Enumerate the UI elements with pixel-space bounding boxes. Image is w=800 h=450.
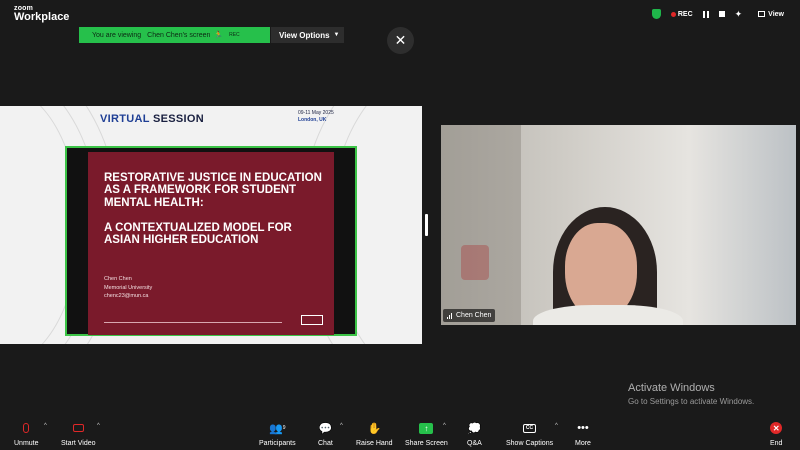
more-icon: ••• — [577, 422, 589, 434]
slide-subtitle: A CONTEXTUALIZED MODEL FOR ASIAN HIGHER … — [104, 222, 292, 247]
watermark-title: Activate Windows — [628, 382, 715, 394]
slide-email: chenc23@mun.ca — [104, 293, 149, 300]
session-header: VIRTUAL SESSION — [100, 113, 204, 125]
date-line: 09-11 May 2025 — [298, 110, 334, 116]
end-label: End — [770, 440, 783, 447]
raise-hand-icon: ✋ — [367, 422, 382, 435]
unmute-label: Unmute — [14, 440, 39, 447]
participant-name-tag: Chen Chen — [443, 309, 496, 322]
close-icon[interactable]: ✕ — [387, 27, 414, 54]
location-line: London, UK — [298, 117, 327, 123]
chevron-down-icon: ▼ — [333, 32, 340, 38]
background-wall — [441, 125, 521, 325]
top-bar: zoom Workplace REC ✦ View — [0, 0, 800, 28]
show-captions-label: Show Captions — [506, 440, 554, 447]
qa-icon: 💭 — [467, 422, 482, 435]
more-button[interactable]: ••• More — [575, 420, 591, 447]
stick-figure-icon: 🏃 — [214, 32, 224, 39]
participants-button[interactable]: 👥 9 Participants — [259, 420, 296, 448]
university-logo — [301, 315, 323, 325]
watermark-subtitle: Go to Settings to activate Windows. — [628, 397, 755, 406]
slide-title: RESTORATIVE JUSTICE IN EDUCATION AS A FR… — [104, 172, 322, 209]
split-resize-handle[interactable] — [425, 214, 428, 236]
header-session: SESSION — [152, 113, 204, 125]
show-captions-button[interactable]: CC Show Captions — [506, 420, 553, 447]
share-options-caret[interactable]: ^ — [443, 423, 446, 429]
participant-video-tile[interactable]: Chen Chen — [441, 125, 796, 325]
slide-divider — [104, 322, 282, 323]
view-label: View — [768, 10, 784, 18]
view-grid-icon — [758, 11, 766, 17]
raise-hand-button[interactable]: ✋ Raise Hand — [356, 420, 393, 448]
slide-institution: Memorial University — [104, 284, 153, 291]
chat-button[interactable]: 💬 Chat — [318, 420, 333, 448]
share-screen-button[interactable]: ↑ Share Screen — [405, 420, 448, 447]
header-virtual: VIRTUAL — [100, 113, 150, 125]
share-screen-icon: ↑ — [419, 422, 434, 434]
viewing-banner: You are viewing Chen Chen's screen 🏃 REC — [79, 27, 270, 43]
audio-options-caret[interactable]: ^ — [44, 423, 47, 429]
rec-label: REC — [677, 10, 693, 18]
sharer-name: Chen Chen's screen — [147, 31, 211, 39]
record-icon — [670, 11, 676, 17]
shield-icon[interactable] — [651, 9, 661, 19]
pause-icon[interactable] — [702, 10, 709, 18]
unmute-button[interactable]: Unmute — [14, 420, 39, 447]
raise-hand-label: Raise Hand — [356, 440, 393, 447]
logo-bottom-text: Workplace — [14, 11, 70, 23]
end-icon: ✕ — [770, 422, 783, 434]
camera-off-icon — [72, 424, 84, 432]
presentation-slide: RESTORATIVE JUSTICE IN EDUCATION AS A FR… — [88, 152, 334, 335]
mic-muted-icon — [23, 423, 30, 433]
meeting-toolbar: Unmute ^ Start Video ^ 👥 9 Participants 💬… — [0, 418, 800, 450]
chat-icon: 💬 — [318, 422, 333, 435]
start-video-label: Start Video — [61, 440, 96, 447]
captions-options-caret[interactable]: ^ — [555, 423, 558, 429]
qa-button[interactable]: 💭 Q&A — [467, 420, 482, 448]
viewing-text: You are viewing — [92, 31, 142, 39]
slide-author-block: Chen Chen Memorial University chenc23@mu… — [104, 275, 152, 301]
view-options-label: View Options — [279, 30, 330, 40]
participant-shirt — [533, 305, 683, 325]
signal-icon — [447, 312, 453, 319]
view-button[interactable]: View — [758, 11, 784, 18]
shared-screen: VIRTUAL SESSION 09-11 May 2025 London, U… — [0, 106, 422, 344]
share-screen-label: Share Screen — [405, 440, 448, 447]
start-video-button[interactable]: Start Video — [61, 420, 96, 447]
top-right-controls: REC ✦ View — [651, 7, 800, 21]
stop-icon[interactable] — [718, 11, 725, 17]
participants-label: Participants — [259, 440, 296, 447]
session-date: 09-11 May 2025 London, UK — [298, 110, 334, 124]
qa-label: Q&A — [467, 440, 482, 447]
chat-options-caret[interactable]: ^ — [340, 423, 343, 429]
view-options-button[interactable]: View Options ▼ — [271, 27, 344, 43]
zoom-logo: zoom Workplace — [14, 5, 69, 23]
chat-label: Chat — [318, 440, 333, 447]
captions-icon: CC — [523, 423, 537, 433]
sparkle-icon[interactable]: ✦ — [735, 9, 743, 20]
activate-windows-watermark: Activate Windows Go to Settings to activ… — [628, 382, 754, 406]
end-button[interactable]: ✕ End — [770, 420, 782, 447]
background-object — [461, 245, 489, 280]
participant-name: Chen Chen — [456, 312, 492, 319]
slide-author: Chen Chen — [104, 276, 132, 282]
video-options-caret[interactable]: ^ — [97, 423, 100, 429]
participants-count: 9 — [282, 425, 286, 431]
more-label: More — [575, 440, 591, 447]
banner-rec-label: REC — [229, 32, 240, 38]
participants-icon: 👥 9 — [269, 422, 286, 435]
